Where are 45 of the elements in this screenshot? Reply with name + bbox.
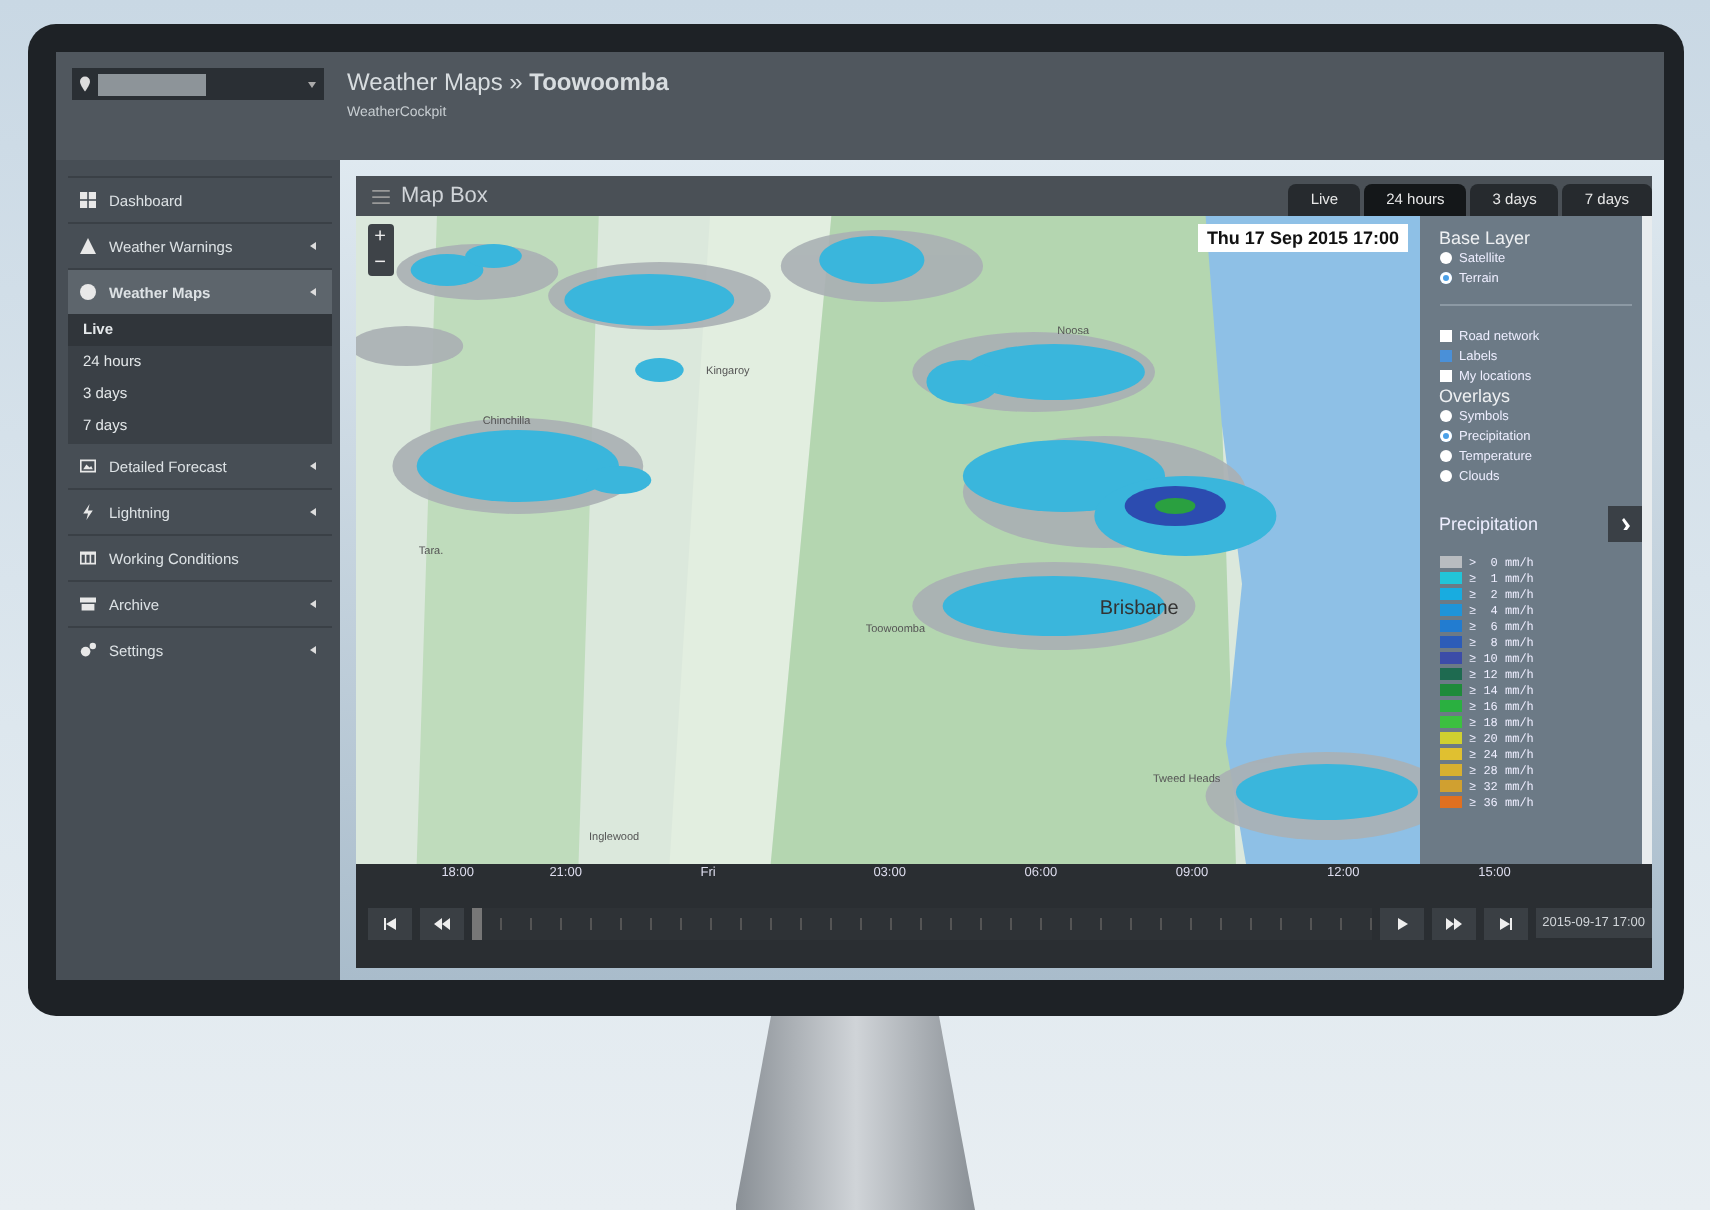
radio-button[interactable] [1439, 470, 1451, 482]
zoom-button[interactable]: − [367, 250, 393, 276]
rewind-button[interactable] [419, 907, 463, 939]
nav-icon [79, 458, 95, 474]
next-button[interactable] [1607, 506, 1643, 542]
skip-start-icon [383, 917, 395, 929]
legend-title: Precipitation [1439, 514, 1539, 534]
skip-start-button[interactable] [367, 907, 411, 939]
radio-button[interactable] [1439, 430, 1451, 442]
checkbox[interactable] [1439, 370, 1451, 382]
nav-icon [79, 192, 95, 208]
radio-button[interactable] [1439, 252, 1451, 264]
fast-forward-button[interactable] [1432, 907, 1477, 939]
nav-icon [79, 284, 95, 300]
play-button[interactable] [1380, 907, 1425, 939]
radio-button[interactable] [1439, 450, 1451, 462]
pin-icon [79, 76, 89, 92]
skip-end-button[interactable] [1484, 907, 1529, 939]
fast-forward-icon [1446, 917, 1463, 929]
checkbox[interactable] [1439, 330, 1451, 342]
nav-icon [79, 550, 95, 566]
redacted-block [97, 73, 205, 95]
map-timestamp: Thu 17 Sep 2015 17:00 [1198, 224, 1407, 252]
nav-icon [79, 596, 95, 612]
nav-icon [79, 504, 95, 520]
breadcrumb: Weather Maps » Toowoomba [347, 68, 669, 96]
caret-icon [307, 81, 315, 87]
menu-icon [371, 189, 389, 203]
scrollbar[interactable] [1641, 216, 1651, 864]
zoom-button[interactable]: + [367, 224, 393, 250]
rewind-icon [433, 917, 449, 929]
location-select[interactable] [71, 68, 323, 100]
radio-button[interactable] [1439, 272, 1451, 284]
timeline-track[interactable] [471, 907, 1373, 939]
skip-end-icon [1500, 917, 1513, 929]
section-title: Overlays [1439, 386, 1513, 406]
play-icon [1397, 917, 1408, 929]
timeline-handle[interactable] [471, 907, 481, 939]
checkbox[interactable] [1439, 350, 1451, 362]
radio-button[interactable] [1439, 410, 1451, 422]
section-title: Base Layer [1439, 228, 1533, 248]
nav-icon [79, 642, 95, 658]
panel-title: Map Box [401, 184, 488, 208]
nav-icon [79, 238, 95, 254]
chevron-icon [1621, 518, 1629, 530]
